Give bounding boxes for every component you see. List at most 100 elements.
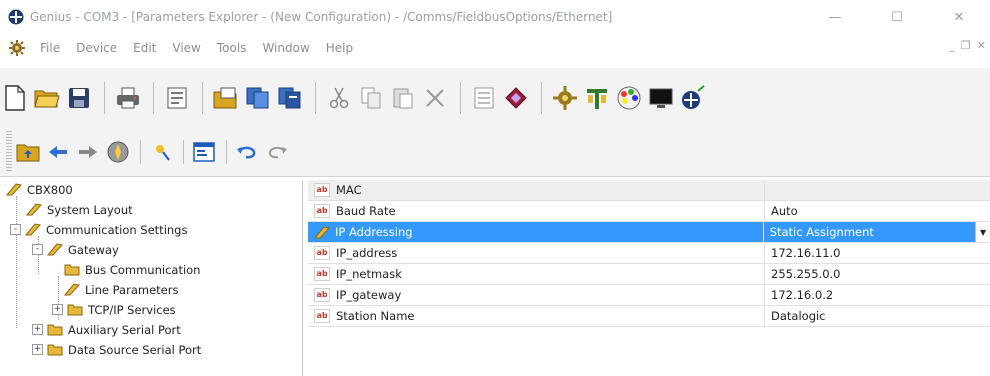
toolbar-separator [226, 140, 227, 164]
menu-view[interactable]: View [164, 41, 208, 55]
help-book-icon[interactable] [501, 82, 531, 114]
tree-item-communication-settings[interactable]: - Communication Settings [10, 220, 187, 239]
tree-item-label: Gateway [68, 242, 119, 257]
paste-icon[interactable] [388, 82, 418, 114]
tree-item-label: Communication Settings [46, 222, 188, 237]
property-name: IP_netmask [336, 267, 402, 281]
property-row-ip-address[interactable]: ab IP_address 172.16.11.0 [308, 243, 990, 264]
mdi-restore-button[interactable]: ❐ [961, 39, 971, 52]
new-file-icon[interactable] [0, 82, 30, 114]
toolbar-grip[interactable] [6, 131, 12, 173]
compass-icon[interactable] [104, 139, 132, 165]
toolbar-separator [140, 140, 141, 164]
back-arrow-icon[interactable] [44, 139, 72, 165]
folder-icon [47, 324, 63, 336]
property-header-row: ab MAC [308, 180, 990, 201]
tree-guide-line [16, 196, 17, 328]
property-value[interactable]: 172.16.0.2 [765, 285, 985, 305]
close-button[interactable]: ✕ [928, 0, 990, 34]
property-value[interactable]: 255.255.0.0 [765, 264, 985, 284]
property-value[interactable]: Datalogic [765, 306, 985, 326]
main-toolbar [0, 68, 990, 128]
collapse-toggle[interactable]: - [32, 244, 43, 255]
collapse-toggle[interactable]: - [10, 224, 21, 235]
toolbar-separator [202, 82, 203, 114]
copy-icon[interactable] [356, 82, 386, 114]
tree-root[interactable]: CBX800 [6, 180, 73, 199]
redo-icon[interactable] [263, 139, 291, 165]
expand-toggle[interactable]: + [32, 324, 43, 335]
open-device-icon[interactable] [211, 82, 241, 114]
genius-app-icon [8, 9, 24, 25]
text-field-icon: ab [314, 288, 330, 302]
settings-gear-icon[interactable] [550, 82, 580, 114]
panel-view-icon[interactable] [190, 139, 218, 165]
open-folder-icon[interactable] [32, 82, 62, 114]
document-gear-icon[interactable] [8, 39, 26, 57]
list-view-icon[interactable] [469, 82, 499, 114]
tree-item-bus-communication[interactable]: Bus Communication [64, 260, 200, 279]
property-row-baud-rate[interactable]: ab Baud Rate Auto [308, 201, 990, 222]
tree-item-data-source-serial-port[interactable]: + Data Source Serial Port [32, 340, 201, 359]
text-field-icon: ab [314, 204, 330, 218]
property-grid: ab MAC ab Baud Rate Auto IP Addressing S… [308, 180, 990, 376]
property-row-ip-addressing[interactable]: IP Addressing Static Assignment ▼ [308, 222, 990, 243]
folder-icon [47, 344, 63, 356]
pin-icon[interactable] [147, 139, 175, 165]
property-value[interactable]: 172.16.11.0 [765, 243, 985, 263]
send-config-icon[interactable] [275, 82, 305, 114]
minimize-button[interactable]: — [804, 0, 866, 34]
maximize-button[interactable]: ☐ [866, 0, 928, 34]
mdi-close-button[interactable]: ✕ [977, 39, 986, 52]
undo-icon[interactable] [233, 139, 261, 165]
delete-icon[interactable] [420, 82, 450, 114]
expand-toggle[interactable]: + [32, 344, 43, 355]
settings-folder-icon [25, 223, 41, 236]
tree-item-label: Auxiliary Serial Port [68, 322, 181, 337]
property-value[interactable]: Auto [765, 201, 985, 221]
menu-device[interactable]: Device [68, 41, 125, 55]
cut-icon[interactable] [324, 82, 354, 114]
monitor-icon[interactable] [646, 82, 676, 114]
settings-folder-icon [64, 283, 80, 296]
property-row-station-name[interactable]: ab Station Name Datalogic [308, 306, 990, 327]
device-icon [6, 183, 22, 196]
menu-window[interactable]: Window [254, 41, 317, 55]
tree-item-label: TCP/IP Services [88, 302, 176, 317]
tree-item-gateway[interactable]: - Gateway [32, 240, 119, 259]
text-field-icon: ab [314, 267, 330, 281]
property-value-dropdown[interactable]: Static Assignment [763, 222, 976, 242]
property-row-ip-netmask[interactable]: ab IP_netmask 255.255.0.0 [308, 264, 990, 285]
network-icon[interactable] [582, 82, 612, 114]
dropdown-arrow-icon[interactable]: ▼ [975, 222, 990, 242]
tree-item-label: System Layout [47, 202, 133, 217]
print-icon[interactable] [113, 82, 143, 114]
colors-palette-icon[interactable] [614, 82, 644, 114]
connect-device-icon[interactable] [678, 82, 708, 114]
settings-folder-icon [47, 243, 63, 256]
tree-item-label: Bus Communication [85, 262, 201, 277]
forward-arrow-icon[interactable] [74, 139, 102, 165]
menu-edit[interactable]: Edit [125, 41, 164, 55]
settings-folder-icon [314, 225, 330, 238]
save-icon[interactable] [64, 82, 94, 114]
menu-help[interactable]: Help [318, 41, 361, 55]
tree-item-line-parameters[interactable]: Line Parameters [64, 280, 178, 299]
menu-tools[interactable]: Tools [209, 41, 255, 55]
properties-icon[interactable] [162, 82, 192, 114]
property-name: IP Addressing [335, 225, 413, 239]
expand-toggle[interactable]: + [52, 304, 63, 315]
menu-file[interactable]: File [32, 41, 68, 55]
mdi-minimize-button[interactable]: _ [949, 39, 955, 52]
menu-bar: File Device Edit View Tools Window Help … [0, 34, 990, 62]
toolbar-separator [315, 82, 316, 114]
tree-item-auxiliary-serial-port[interactable]: + Auxiliary Serial Port [32, 320, 181, 339]
property-row-ip-gateway[interactable]: ab IP_gateway 172.16.0.2 [308, 285, 990, 306]
tree-item-tcp-ip-services[interactable]: + TCP/IP Services [52, 300, 176, 319]
tree-root-label: CBX800 [27, 182, 73, 197]
property-name: Baud Rate [336, 204, 396, 218]
copy-config-icon[interactable] [243, 82, 273, 114]
tree-item-system-layout[interactable]: System Layout [26, 200, 133, 219]
property-name: IP_gateway [336, 288, 402, 302]
folder-up-icon[interactable] [14, 139, 42, 165]
